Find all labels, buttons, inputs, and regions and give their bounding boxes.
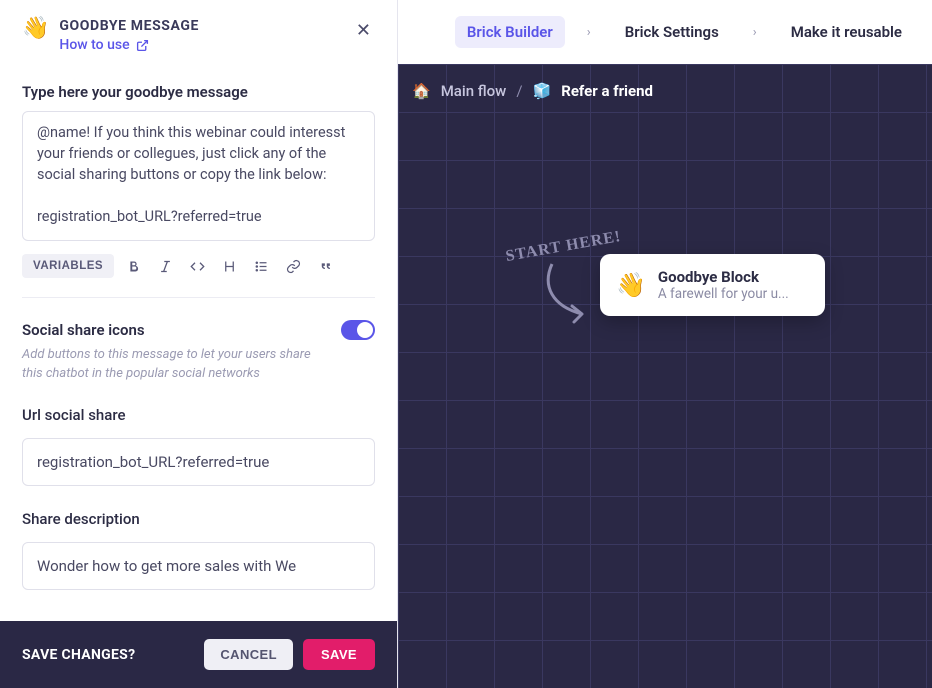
chevron-right-icon: ›	[587, 25, 591, 40]
home-icon: 🏠	[412, 82, 431, 100]
social-icons-title: Social share icons	[22, 321, 145, 339]
code-icon[interactable]	[184, 253, 210, 279]
italic-icon[interactable]	[152, 253, 178, 279]
save-changes-label: SAVE CHANGES?	[22, 647, 135, 663]
flow-canvas[interactable]: 🏠 Main flow / 🧊 Refer a friend START HER…	[398, 64, 932, 688]
bold-icon[interactable]	[120, 253, 146, 279]
goodbye-message-textarea[interactable]	[22, 111, 375, 241]
message-label: Type here your goodbye message	[22, 83, 375, 101]
how-to-use-label: How to use	[59, 37, 129, 53]
panel-header: 👋 GOODBYE MESSAGE How to use ✕	[0, 0, 397, 67]
arrow-icon	[532, 256, 597, 326]
external-link-icon	[136, 39, 149, 52]
wave-emoji: 👋	[22, 18, 49, 40]
variables-button[interactable]: VARIABLES	[22, 254, 114, 278]
social-icons-helper: Add buttons to this message to let your …	[22, 346, 322, 384]
canvas-breadcrumb: 🏠 Main flow / 🧊 Refer a friend	[412, 82, 653, 100]
list-icon[interactable]	[248, 253, 274, 279]
share-desc-label: Share description	[22, 510, 375, 528]
url-share-label: Url social share	[22, 406, 375, 424]
settings-panel: 👋 GOODBYE MESSAGE How to use ✕ Type here…	[0, 0, 398, 688]
slash-separator: /	[516, 82, 522, 100]
canvas-area: Brick Builder › Brick Settings › Make it…	[398, 0, 932, 688]
node-subtitle: A farewell for your u...	[658, 286, 789, 302]
panel-footer: SAVE CHANGES? CANCEL SAVE	[0, 621, 397, 688]
node-title: Goodbye Block	[658, 268, 789, 286]
brick-icon: 🧊	[533, 82, 552, 100]
topbar: Brick Builder › Brick Settings › Make it…	[398, 0, 932, 64]
panel-title: GOODBYE MESSAGE	[59, 18, 352, 34]
format-toolbar: VARIABLES	[22, 245, 375, 298]
tab-brick-builder[interactable]: Brick Builder	[455, 16, 565, 48]
breadcrumb-current: Refer a friend	[561, 82, 653, 100]
close-icon[interactable]: ✕	[352, 20, 375, 42]
quote-icon[interactable]	[312, 253, 338, 279]
social-icons-toggle[interactable]	[341, 320, 375, 340]
share-desc-input[interactable]	[22, 542, 375, 590]
wave-emoji: 👋	[616, 271, 646, 299]
url-share-input[interactable]	[22, 438, 375, 486]
tab-brick-settings[interactable]: Brick Settings	[613, 16, 731, 48]
goodbye-block-node[interactable]: 👋 Goodbye Block A farewell for your u...	[600, 254, 825, 316]
save-button[interactable]: SAVE	[303, 639, 375, 670]
tab-make-reusable[interactable]: Make it reusable	[779, 16, 914, 48]
cancel-button[interactable]: CANCEL	[204, 639, 293, 670]
breadcrumb-main-flow[interactable]: Main flow	[441, 82, 507, 100]
heading-icon[interactable]	[216, 253, 242, 279]
link-icon[interactable]	[280, 253, 306, 279]
chevron-right-icon: ›	[753, 25, 757, 40]
how-to-use-link[interactable]: How to use	[59, 37, 148, 53]
